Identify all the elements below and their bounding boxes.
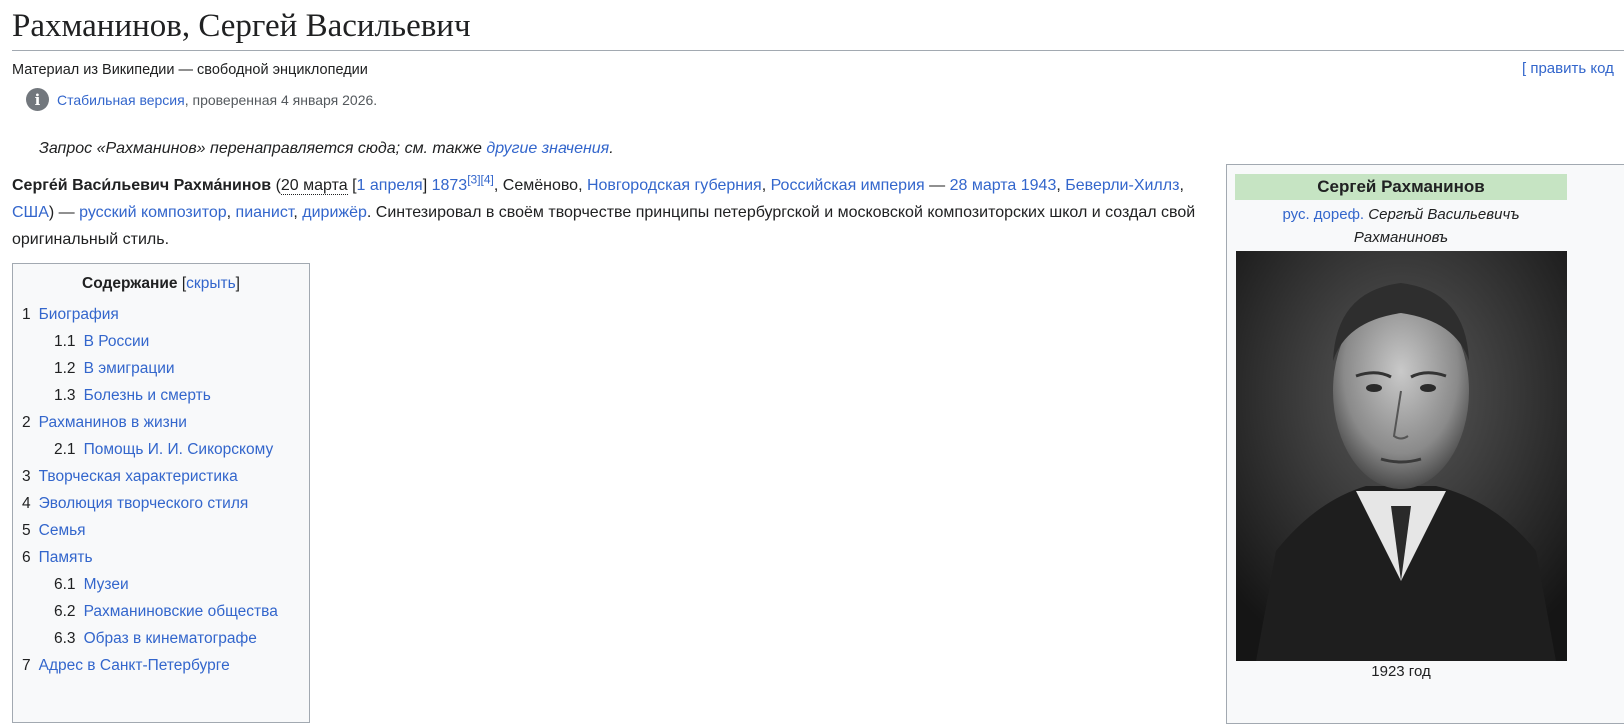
lead-text: ) —: [48, 204, 80, 221]
reference-4-link[interactable]: [4]: [481, 173, 494, 187]
page-title: Рахманинов, Сергей Васильевич: [12, 4, 1624, 51]
toc-item[interactable]: 6.3 Образ в кинематографе: [13, 625, 309, 652]
toc-item-link[interactable]: Образ в кинематографе: [84, 630, 257, 647]
stable-version-text: , проверенная 4 января 2026.: [184, 91, 378, 108]
toc-item[interactable]: 3 Творческая характеристика: [13, 463, 309, 490]
edit-source-link[interactable]: [ править код: [1522, 60, 1614, 77]
toc-item[interactable]: 2 Рахманинов в жизни: [13, 409, 309, 436]
toc-item-link[interactable]: Рахманиновские общества: [84, 603, 278, 620]
hatnote: Запрос «Рахманинов» перенаправляется сюд…: [39, 140, 614, 158]
infobox: Сергей Рахманинов рус. дореф. Сергѣй Вас…: [1226, 164, 1624, 724]
info-icon: i: [26, 88, 49, 111]
stable-version-notice: i Стабильная версия , проверенная 4 янва…: [26, 88, 377, 111]
toc-item-number: 1.3: [54, 387, 76, 404]
toc-item[interactable]: 4 Эволюция творческого стиля: [13, 490, 309, 517]
toc-item[interactable]: 1.1 В России: [13, 328, 309, 355]
toc-item-link[interactable]: Помощь И. И. Сикорскому: [84, 441, 274, 458]
toc-item-link[interactable]: Семья: [39, 522, 86, 539]
pre-reform-name: Сергѣй Васильевичъ Рахманиновъ: [1353, 206, 1520, 246]
lead-text: [: [347, 177, 357, 194]
lead-text: ,: [761, 177, 771, 194]
infobox-original-name: рус. дореф. Сергѣй Васильевичъ Рахманино…: [1235, 203, 1567, 249]
death-place-link[interactable]: Беверли-Хиллз: [1065, 177, 1179, 194]
toc-item[interactable]: 1 Биография: [13, 301, 309, 328]
toc-item-link[interactable]: Болезнь и смерть: [84, 387, 211, 404]
toc-item-number: 1: [22, 306, 31, 323]
lead-text: ,: [1056, 177, 1066, 194]
toc-item-link[interactable]: Память: [39, 549, 93, 566]
toc-item-number: 2.1: [54, 441, 76, 458]
article-subject-name: Серге́й Васи́льевич Рахма́нинов: [12, 177, 272, 194]
toc-item-number: 2: [22, 414, 31, 431]
composer-link[interactable]: русский композитор: [79, 204, 227, 221]
empire-link[interactable]: Российская империя: [771, 177, 925, 194]
site-tagline: Материал из Википедии — свободной энцикл…: [12, 62, 368, 78]
toc-item-link[interactable]: Эволюция творческого стиля: [39, 495, 249, 512]
death-date-link[interactable]: 28 марта 1943: [950, 177, 1057, 194]
toc-item[interactable]: 6.1 Музеи: [13, 571, 309, 598]
hatnote-end: .: [609, 140, 614, 157]
toc-item-number: 6.2: [54, 603, 76, 620]
toc-item-link[interactable]: Биография: [39, 306, 119, 323]
toc-item-link[interactable]: В России: [84, 333, 150, 350]
toc-item-number: 1.2: [54, 360, 76, 377]
toc-item-number: 6.1: [54, 576, 76, 593]
toc-item-link[interactable]: Творческая характеристика: [39, 468, 238, 485]
hatnote-text: Запрос «Рахманинов» перенаправляется сюд…: [39, 140, 487, 157]
toc-item-number: 6.3: [54, 630, 76, 647]
toc-item[interactable]: 1.2 В эмиграции: [13, 355, 309, 382]
toc-item-link[interactable]: Рахманинов в жизни: [39, 414, 187, 431]
toc-item[interactable]: 2.1 Помощь И. И. Сикорскому: [13, 436, 309, 463]
toc-header: Содержание [скрыть]: [82, 275, 240, 292]
toc-item-link[interactable]: Адрес в Санкт-Петербурге: [39, 657, 230, 674]
toc-item[interactable]: 6.2 Рахманиновские общества: [13, 598, 309, 625]
portrait-illustration: [1236, 251, 1567, 661]
toc-item[interactable]: 6 Память: [13, 544, 309, 571]
toc-item[interactable]: 1.3 Болезнь и смерть: [13, 382, 309, 409]
lead-text: ,: [293, 204, 303, 221]
toc-item-number: 5: [22, 522, 31, 539]
toc-item-number: 7: [22, 657, 31, 674]
pianist-link[interactable]: пианист: [236, 204, 294, 221]
governorate-link[interactable]: Новгородская губерния: [587, 177, 762, 194]
lead-text: ,: [1179, 177, 1184, 194]
country-link[interactable]: США: [12, 204, 49, 221]
lead-text: (: [271, 177, 281, 194]
lead-text: ,: [226, 204, 236, 221]
stable-version-link[interactable]: Стабильная версия: [57, 92, 185, 108]
birth-date-old-style: 20 марта: [280, 177, 348, 195]
birth-date-link[interactable]: 1 апреля: [357, 177, 423, 194]
toc-hide-toggle[interactable]: скрыть: [186, 275, 235, 292]
pre-reform-spelling-link[interactable]: рус. дореф.: [1282, 206, 1364, 223]
toc-item[interactable]: 7 Адрес в Санкт-Петербурге: [13, 652, 309, 679]
disambiguation-link[interactable]: другие значения: [486, 140, 609, 157]
toc-item[interactable]: 5 Семья: [13, 517, 309, 544]
lead-text: , Семёново,: [493, 177, 587, 194]
lead-text: ]: [422, 177, 432, 194]
toc-item-link[interactable]: Музеи: [84, 576, 129, 593]
table-of-contents: Содержание [скрыть] 1 Биография 1.1 В Росс…: [12, 263, 310, 723]
conductor-link[interactable]: дирижёр: [302, 204, 367, 221]
toc-item-number: 1.1: [54, 333, 76, 350]
toc-title: Содержание: [82, 275, 178, 292]
lead-paragraph: Серге́й Васи́льевич Рахма́нинов (20 март…: [12, 172, 1212, 253]
infobox-title: Сергей Рахманинов: [1235, 174, 1567, 200]
portrait-photo[interactable]: [1236, 251, 1567, 661]
portrait-caption: 1923 год: [1371, 663, 1431, 680]
toc-item-number: 4: [22, 495, 31, 512]
birth-year-link[interactable]: 1873: [432, 177, 468, 194]
toc-item-number: 3: [22, 468, 31, 485]
reference-3-link[interactable]: [3]: [467, 173, 480, 187]
toc-item-link[interactable]: В эмиграции: [84, 360, 175, 377]
toc-item-number: 6: [22, 549, 31, 566]
lead-text: —: [924, 177, 950, 194]
